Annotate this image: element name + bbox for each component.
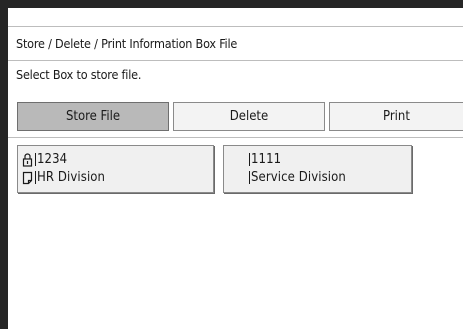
mode-tabs: Store File Delete Print	[15, 102, 463, 131]
tab-store-file[interactable]: Store File	[17, 102, 169, 131]
window-frame-left	[0, 0, 8, 329]
lock-icon	[22, 152, 33, 167]
page-title: Store / Delete / Print Information Box F…	[8, 27, 463, 61]
tab-print[interactable]: Print	[329, 102, 463, 131]
document-icon	[22, 171, 33, 185]
box-name: HR Division	[37, 170, 106, 185]
separator-bar	[249, 171, 250, 184]
divider	[8, 137, 463, 138]
box-number: 1234	[37, 152, 68, 167]
box-name: Service Division	[251, 170, 346, 185]
window-frame-top	[0, 0, 463, 8]
box-button-1234[interactable]: 1234 HR Division	[17, 145, 214, 193]
separator-bar	[35, 171, 36, 184]
separator-bar	[35, 153, 36, 166]
instruction-text: Select Box to store file.	[16, 67, 142, 82]
box-button-1111[interactable]: 1111 Service Division	[223, 145, 412, 193]
separator-bar	[249, 153, 250, 166]
tab-delete[interactable]: Delete	[173, 102, 325, 131]
box-number: 1111	[251, 152, 282, 167]
